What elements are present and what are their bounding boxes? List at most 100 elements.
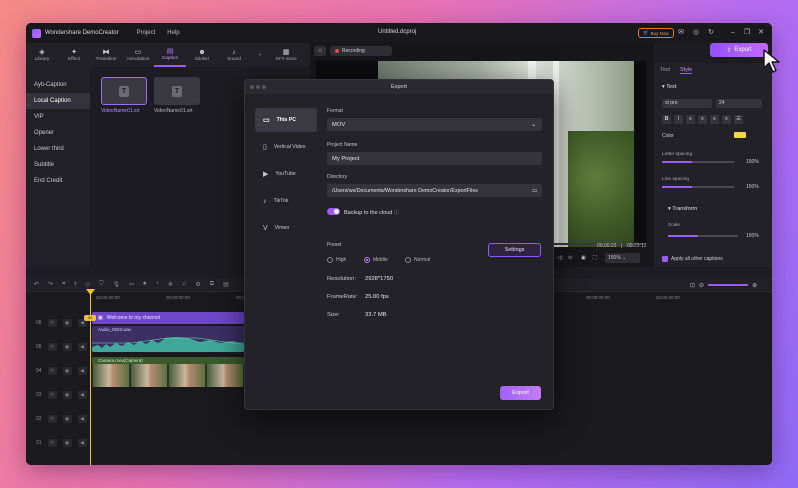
scale-slider[interactable] xyxy=(668,235,738,237)
bold-icon[interactable]: B xyxy=(662,115,671,124)
export-button[interactable]: ⇪ Export xyxy=(710,43,768,57)
caption-nav-item[interactable]: Lower third xyxy=(26,141,90,157)
settings-button[interactable]: Settings xyxy=(488,243,541,257)
font-select[interactable]: st pro xyxy=(662,99,712,108)
lock-icon[interactable]: ⊓ xyxy=(47,319,57,327)
export-target-tiktok[interactable]: ♪ TikTok xyxy=(255,189,317,213)
eye-icon[interactable]: ◉ xyxy=(62,391,72,399)
restore-icon[interactable]: ❐ xyxy=(742,28,752,38)
crop-icon[interactable]: ⌗ xyxy=(62,281,65,288)
export-target-this-pc[interactable]: ▭ This PC xyxy=(255,108,317,132)
preset-middle[interactable]: Middle xyxy=(364,257,388,263)
audio-clip[interactable]: Audio_0923.wav xyxy=(92,326,244,352)
folder-icon[interactable]: ▭ xyxy=(532,188,537,194)
preset-high[interactable]: High xyxy=(327,257,346,263)
tab-text[interactable]: Text xyxy=(660,67,670,74)
caption-nav-item[interactable]: End Credit xyxy=(26,173,90,189)
lock-icon[interactable]: ⊓ xyxy=(47,367,57,375)
record-icon[interactable]: ⏺ xyxy=(143,281,146,288)
home-icon[interactable]: ⌂ xyxy=(314,46,326,56)
max-dot-icon[interactable] xyxy=(262,85,266,89)
tab-sound[interactable]: ♪ Sound xyxy=(218,43,250,67)
speaker-icon[interactable]: ◀ xyxy=(77,391,87,399)
tab-effect[interactable]: ✦ Effect xyxy=(58,43,90,67)
camera-clip[interactable]: Camera.mov(Camera) xyxy=(92,357,244,387)
justify-icon[interactable]: ≡ xyxy=(722,115,731,124)
tab-transition[interactable]: ⧓ Transition xyxy=(90,43,122,67)
directory-input[interactable]: /Users/ws/Documents/Wondershare DemoCrea… xyxy=(327,184,542,197)
more-tabs-icon[interactable]: » xyxy=(250,43,270,67)
caption-nav-item[interactable]: Subtitle xyxy=(26,157,90,173)
audio-icon[interactable]: ♫ xyxy=(182,281,187,288)
format-select[interactable]: MOV ⌄ xyxy=(327,118,542,131)
zoom-select[interactable]: 150% ⌄ xyxy=(605,253,640,263)
shield-icon[interactable]: ⛉ xyxy=(99,281,104,288)
caption-nav-item[interactable]: Ayti-Caption xyxy=(26,77,90,93)
eye-icon[interactable]: ◉ xyxy=(62,343,72,351)
apply-all-checkbox[interactable]: Apply all other captions xyxy=(662,256,723,262)
font-size-select[interactable]: 24 xyxy=(716,99,762,108)
mic-icon[interactable]: 🎙 xyxy=(113,281,121,288)
caption-asset[interactable]: T xyxy=(101,77,147,105)
line-spacing-slider[interactable] xyxy=(662,186,734,188)
zoom-slider[interactable] xyxy=(708,284,749,286)
feedback-icon[interactable]: ✉ xyxy=(676,28,686,38)
export-target-youtube[interactable]: ▶ YouTube xyxy=(255,162,317,186)
user-icon[interactable]: ◎ xyxy=(691,28,701,38)
project-name-input[interactable]: My Project xyxy=(327,152,542,165)
help-icon[interactable]: ⓘ xyxy=(394,210,399,216)
caption-nav-item[interactable]: Opener xyxy=(26,125,90,141)
tab-sfx-store[interactable]: ▦ SFX store xyxy=(270,43,302,67)
dialog-export-button[interactable]: Export xyxy=(500,386,541,400)
screenshot-icon[interactable]: ▣ xyxy=(581,255,586,261)
eye-icon[interactable]: ◉ xyxy=(62,415,72,423)
close-icon[interactable]: ✕ xyxy=(756,28,766,38)
lock-icon[interactable]: ⊓ xyxy=(47,343,57,351)
tab-library[interactable]: ◈ Library xyxy=(26,43,58,67)
speaker-icon[interactable]: ◀ xyxy=(77,343,87,351)
eye-icon[interactable]: ◉ xyxy=(62,319,72,327)
align-center-icon[interactable]: ≡ xyxy=(698,115,707,124)
tab-sticker[interactable]: ☻ Sticker xyxy=(186,43,218,67)
freeze-icon[interactable]: ❄ xyxy=(168,281,173,288)
tab-caption[interactable]: ▤ Caption xyxy=(154,43,186,67)
italic-icon[interactable]: I xyxy=(674,115,683,124)
buy-now-button[interactable]: 🛒 Buy Now xyxy=(638,28,674,38)
close-dot-icon[interactable] xyxy=(250,85,254,89)
redo-icon[interactable]: ↷ xyxy=(48,281,53,288)
refresh-icon[interactable]: ↻ xyxy=(706,28,716,38)
align-right-icon[interactable]: ≡ xyxy=(710,115,719,124)
export-target-vimeo[interactable]: V Vimeo xyxy=(255,216,317,240)
color-swatch[interactable] xyxy=(734,132,746,138)
export-target-vertical-video[interactable]: ▯ Vertical Video xyxy=(255,135,317,159)
zoom-out-icon[interactable]: ⊖ xyxy=(699,282,704,289)
menu-project[interactable]: Project xyxy=(137,30,156,36)
split-icon[interactable]: ⫲ xyxy=(74,281,76,288)
letter-spacing-slider[interactable] xyxy=(662,161,734,163)
lock-icon[interactable]: ⊓ xyxy=(47,415,57,423)
min-dot-icon[interactable] xyxy=(256,85,260,89)
mark-icon[interactable]: ◇ xyxy=(85,281,90,288)
transform-section[interactable]: ▾ Transform xyxy=(668,206,697,212)
minimize-icon[interactable]: – xyxy=(728,28,738,38)
backup-toggle[interactable] xyxy=(327,208,340,215)
tab-style[interactable]: Style xyxy=(680,67,693,74)
recording-button[interactable]: Recording xyxy=(330,46,392,56)
title-clip[interactable]: ▣ Welcome to my channel xyxy=(92,312,244,324)
undo-icon[interactable]: ↶ xyxy=(34,281,39,288)
zoom-in-icon[interactable]: ⊕ xyxy=(752,282,757,289)
caption-nav-item[interactable]: Local Caption xyxy=(26,93,90,109)
eye-icon[interactable]: ◉ xyxy=(62,439,72,447)
align-left-icon[interactable]: ≡ xyxy=(686,115,695,124)
eye-icon[interactable]: ◉ xyxy=(62,367,72,375)
settings-icon[interactable]: ⚙ xyxy=(195,281,200,288)
preset-normal[interactable]: Normal xyxy=(405,257,430,263)
fit-icon[interactable]: ⊡ xyxy=(690,282,695,289)
cut-icon[interactable]: ✂ xyxy=(129,281,134,288)
fullscreen-icon[interactable]: ⛶ xyxy=(593,255,597,261)
speaker-icon[interactable]: ◀ xyxy=(77,415,87,423)
duplicate-icon[interactable]: ⧉ xyxy=(210,281,214,288)
caption-nav-item[interactable]: VIP xyxy=(26,109,90,125)
lock-icon[interactable]: ⊓ xyxy=(47,391,57,399)
lock-icon[interactable]: ⊓ xyxy=(47,439,57,447)
